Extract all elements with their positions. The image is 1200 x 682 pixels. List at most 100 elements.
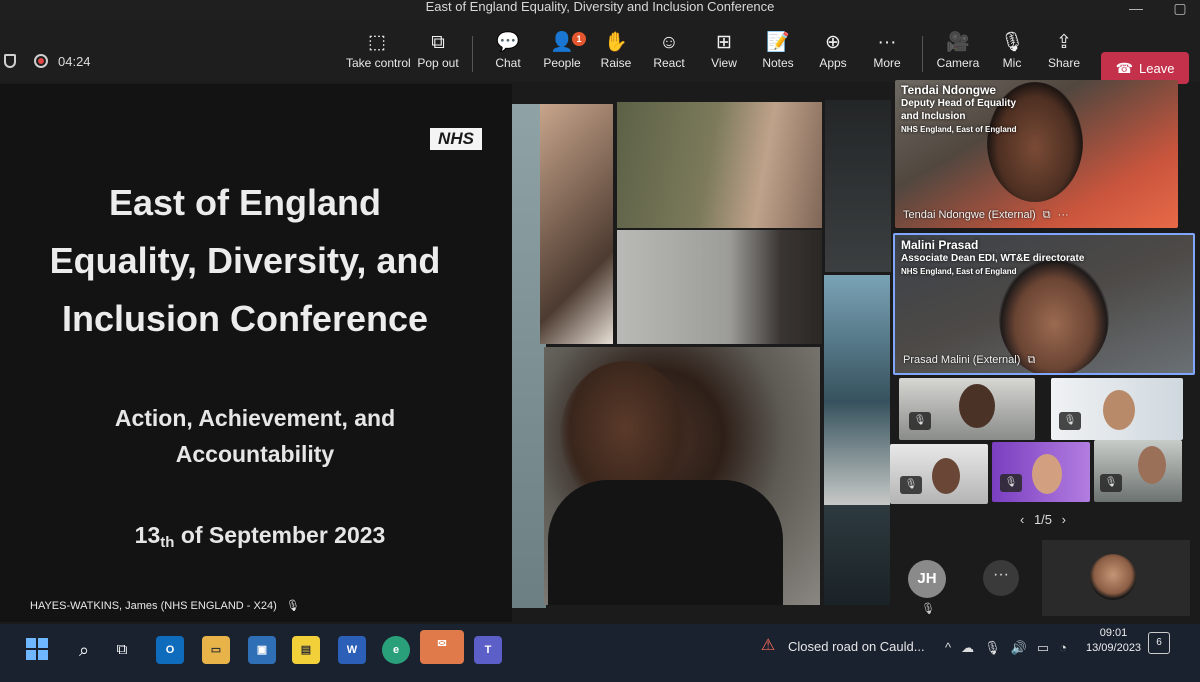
presenter-name: HAYES-WATKINS, James (NHS ENGLAND - X24)…	[30, 600, 300, 612]
recording-icon	[34, 54, 48, 68]
meeting-toolbar: 04:24 ⬚ Take control ⧉ Pop out 💬 Chat 👤 …	[0, 22, 1200, 84]
share-icon: ⇪	[1056, 32, 1072, 53]
participant-tile-malini[interactable]: Malini Prasad Associate Dean EDI, WT&E d…	[893, 233, 1195, 375]
edge-icon[interactable]: e	[382, 636, 410, 664]
maximize-icon[interactable]: ▢	[1160, 0, 1200, 22]
sticky-notes-icon[interactable]: ▤	[292, 636, 320, 664]
window-title: East of England Equality, Diversity and …	[425, 0, 775, 14]
word-icon[interactable]: W	[338, 636, 366, 664]
pop-out-icon: ⧉	[431, 32, 445, 53]
system-tray: ^ ☁ 🎙 🔊 ▭ ◔	[945, 640, 1067, 656]
chevron-right-icon[interactable]: ›	[1062, 512, 1066, 527]
mic-off-icon: 🎙	[909, 412, 931, 430]
taskbar-clock[interactable]: 09:01 13/09/2023	[1086, 626, 1141, 656]
participant-name: Tendai Ndongwe (External) ⧉ ···	[903, 209, 1069, 221]
chat-icon: 💬	[496, 32, 520, 53]
notification-center-button[interactable]: 6	[1148, 632, 1170, 654]
react-icon: ☺	[659, 32, 679, 53]
minimize-icon[interactable]: —	[1116, 0, 1156, 22]
camera-button[interactable]: 🎥 Camera	[936, 30, 980, 80]
view-icon: ⊞	[716, 32, 732, 53]
shield-icon[interactable]	[4, 54, 16, 68]
notes-button[interactable]: 📝 Notes	[760, 30, 796, 80]
mic-icon[interactable]: 🎙	[984, 640, 1001, 656]
lower-third-overlay: Tendai Ndongwe Deputy Head of Equality a…	[901, 83, 1017, 135]
participant-face	[1032, 454, 1062, 494]
chat-button[interactable]: 💬 Chat	[492, 30, 524, 80]
mic-off-icon: 🎙	[921, 603, 935, 615]
participant-face	[959, 384, 995, 428]
participant-tile[interactable]: 🎙	[992, 442, 1090, 502]
more-button[interactable]: ··· More	[870, 30, 904, 80]
slide-photo-man	[617, 102, 822, 228]
share-button[interactable]: ⇪ Share	[1046, 30, 1082, 80]
screen-share-icon: ⧉	[1042, 209, 1051, 221]
screen-share-icon: ⧉	[1027, 354, 1036, 366]
task-view-icon[interactable]: ⧉	[108, 636, 136, 664]
participant-tile[interactable]: 🎙	[899, 378, 1035, 440]
slide-photo-jacket	[548, 480, 783, 605]
participant-face	[932, 458, 960, 494]
slide-subtitle: Action, Achievement, and Accountability	[114, 405, 396, 467]
onedrive-icon[interactable]: ☁	[961, 640, 974, 656]
people-badge: 1	[572, 32, 586, 46]
raise-hand-icon: ✋	[604, 32, 628, 53]
file-explorer-icon[interactable]: ▭	[202, 636, 230, 664]
slide-title: East of England Equality, Diversity, and…	[49, 182, 441, 339]
participant-tile[interactable]: 🎙	[1094, 440, 1182, 502]
more-participants-button[interactable]: ···	[983, 560, 1019, 596]
gallery-pager: ‹ 1/5 ›	[1019, 512, 1066, 527]
mic-off-icon: 🎙	[1059, 412, 1081, 430]
more-options-icon[interactable]: ···	[1058, 209, 1069, 221]
more-icon: ···	[877, 32, 897, 53]
meeting-timer: 04:24	[58, 53, 91, 69]
wifi-icon[interactable]: ◔	[1059, 640, 1067, 656]
slide-photo-ward	[824, 275, 890, 505]
mic-off-icon: 🎙	[1000, 474, 1022, 492]
react-button[interactable]: ☺ React	[653, 30, 685, 80]
warning-icon: ⚠	[760, 637, 776, 654]
chevron-up-icon[interactable]: ^	[945, 640, 951, 656]
battery-icon[interactable]: ▭	[1037, 640, 1049, 656]
news-notification[interactable]: ⚠ Closed road on Cauld...	[756, 634, 925, 658]
windows-start-icon[interactable]	[26, 638, 48, 660]
self-view-tile[interactable]	[1042, 540, 1190, 616]
slide-photo-child	[540, 104, 613, 344]
participant-tile-tendai[interactable]: Tendai Ndongwe Deputy Head of Equality a…	[895, 80, 1178, 228]
remote-desktop-icon[interactable]: ▣	[248, 636, 276, 664]
shared-slide: NHS East of England Equality, Diversity,…	[0, 84, 512, 622]
raise-hand-button[interactable]: ✋ Raise	[600, 30, 632, 80]
people-button[interactable]: 👤 1 People	[542, 30, 586, 80]
mic-off-icon: 🎙	[285, 600, 300, 612]
nhs-logo: NHS	[430, 128, 482, 150]
slide-date: 13th of September 2023	[134, 522, 386, 551]
window-titlebar: East of England Equality, Diversity and …	[0, 0, 1200, 22]
phone-hangup-icon: ☎	[1115, 60, 1134, 76]
view-button[interactable]: ⊞ View	[708, 30, 740, 80]
slide-photo-nurse	[617, 230, 822, 344]
mail-icon[interactable]: ✉	[420, 630, 464, 664]
toolbar-divider	[922, 36, 923, 72]
take-control-button[interactable]: ⬚ Take control	[346, 30, 411, 80]
slide-photo-bottom	[824, 505, 890, 605]
teams-icon[interactable]: T	[474, 636, 502, 664]
search-icon[interactable]: ⌕	[70, 636, 98, 664]
meeting-status: 04:24	[0, 50, 91, 72]
outlook-icon[interactable]: O	[156, 636, 184, 664]
mic-off-icon: 🎙	[1100, 474, 1122, 492]
participant-tile[interactable]: 🎙	[890, 444, 988, 504]
participant-tile[interactable]: 🎙	[1051, 378, 1183, 440]
chevron-left-icon[interactable]: ‹	[1020, 512, 1024, 527]
lower-third-overlay: Malini Prasad Associate Dean EDI, WT&E d…	[901, 238, 1085, 277]
windows-taskbar: ⌕ ⧉ O ▭ ▣ ▤ W e ✉ T ⚠ Closed road on Cau…	[0, 624, 1200, 682]
mic-button[interactable]: 🎙 Mic	[996, 30, 1028, 80]
pop-out-button[interactable]: ⧉ Pop out	[416, 30, 460, 80]
slide-photo-dark	[825, 100, 891, 272]
volume-icon[interactable]: 🔊	[1011, 640, 1027, 656]
take-control-icon: ⬚	[368, 32, 386, 53]
avatar[interactable]: JH	[908, 560, 946, 598]
notes-icon: 📝	[766, 32, 790, 53]
participant-face	[1090, 554, 1136, 600]
mic-off-icon: 🎙	[900, 476, 922, 494]
apps-button[interactable]: ⊕ Apps	[816, 30, 850, 80]
